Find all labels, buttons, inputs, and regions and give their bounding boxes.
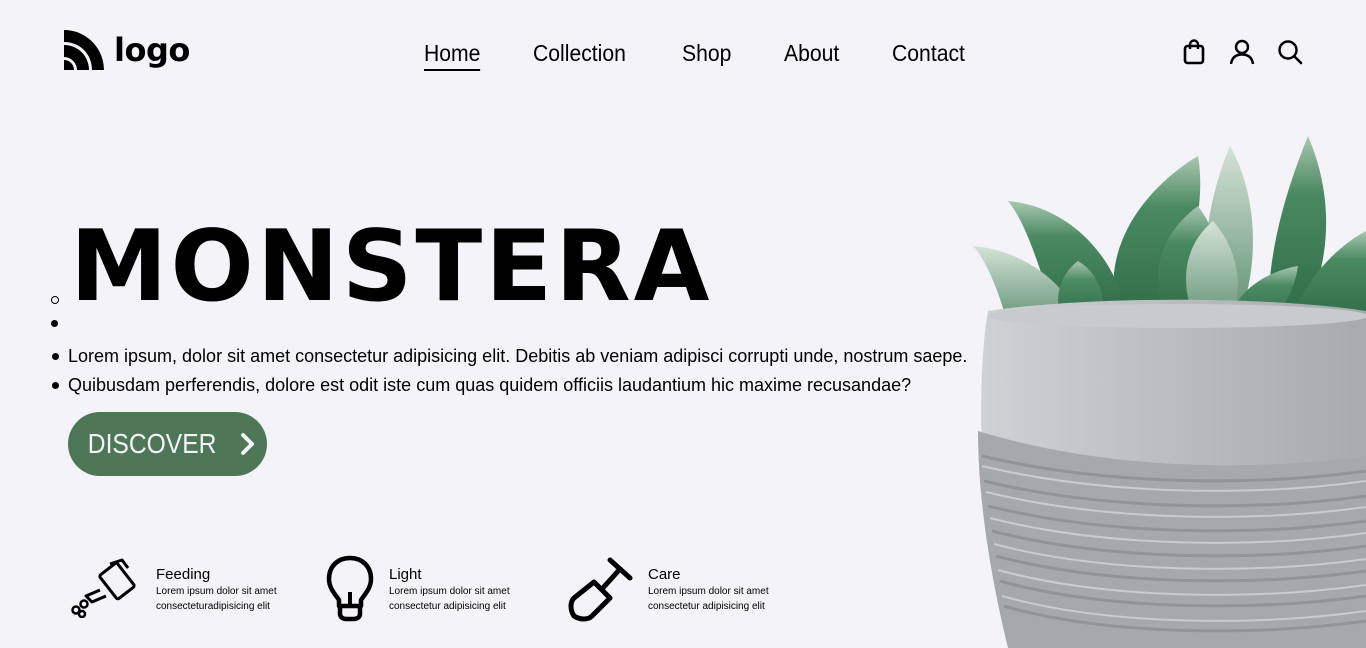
watering-can-icon (70, 552, 140, 624)
shopping-bag-icon[interactable] (1180, 38, 1208, 66)
list-marker-disc (51, 320, 58, 327)
plant-image (973, 136, 1366, 648)
feature-description: Lorem ipsum dolor sit amet consectetur a… (648, 586, 769, 612)
feature-title: Care (648, 566, 681, 583)
hero-description-item: Quibusdam perferendis, dolore est odit i… (50, 371, 967, 400)
hero-description-item: Lorem ipsum, dolor sit amet consectetur … (50, 342, 967, 371)
search-icon[interactable] (1276, 38, 1304, 66)
hero-description-list: Lorem ipsum, dolor sit amet consectetur … (50, 342, 967, 400)
chevron-right-icon (240, 433, 254, 455)
logo-icon (64, 30, 104, 70)
shovel-icon (566, 552, 636, 624)
hero-title: MONSTERA (70, 210, 713, 324)
discover-button[interactable]: DISCOVER (68, 412, 267, 476)
lightbulb-icon (315, 552, 385, 624)
feature-title: Feeding (156, 566, 211, 583)
logo-text: logo (114, 31, 190, 69)
feature-care: Care Lorem ipsum dolor sit amet consecte… (566, 552, 773, 624)
user-icon[interactable] (1228, 38, 1256, 66)
main-nav: Home Collection Shop About Contact (424, 40, 971, 71)
nav-about[interactable]: About (784, 40, 839, 71)
feature-description: Lorem ipsum dolor sit amet consecteturad… (156, 586, 277, 612)
feature-title: Light (389, 566, 422, 583)
discover-button-label: DISCOVER (88, 428, 217, 459)
nav-home[interactable]: Home (424, 40, 481, 71)
header-icons (1180, 38, 1304, 66)
feature-description: Lorem ipsum dolor sit amet consectetur a… (389, 586, 510, 612)
list-marker-circle (51, 296, 59, 304)
nav-shop[interactable]: Shop (682, 40, 731, 71)
nav-collection[interactable]: Collection (533, 40, 626, 71)
nav-contact[interactable]: Contact (892, 40, 965, 71)
logo[interactable]: logo (64, 30, 190, 70)
feature-feeding: Feeding Lorem ipsum dolor sit amet conse… (70, 552, 281, 624)
feature-light: Light Lorem ipsum dolor sit amet consect… (315, 552, 514, 624)
